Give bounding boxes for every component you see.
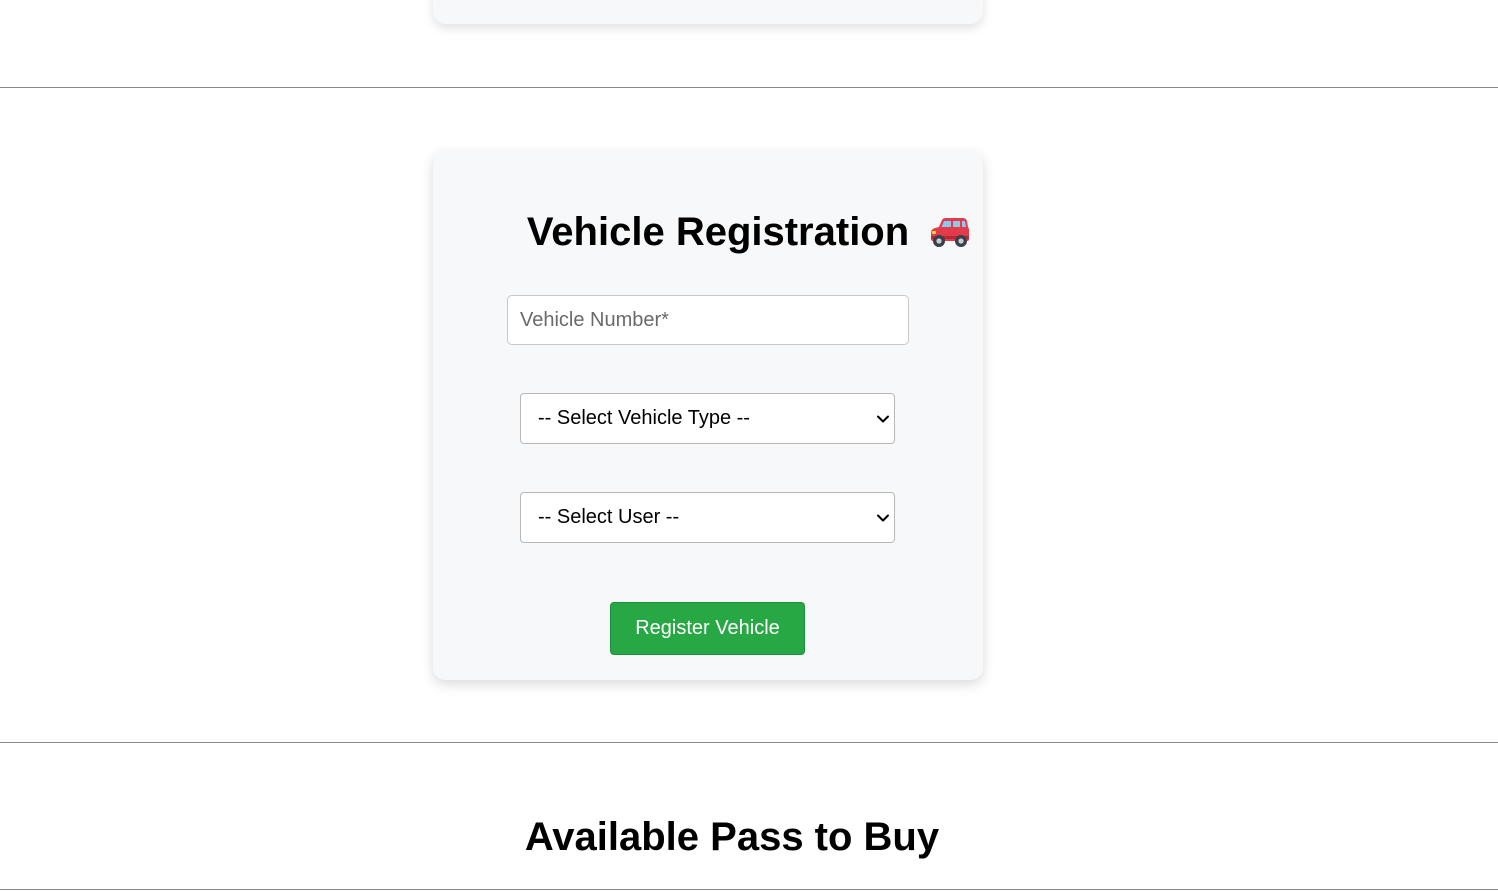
vehicle-registration-heading: Vehicle Registration bbox=[0, 207, 1498, 257]
vehicle-number-input[interactable] bbox=[507, 295, 909, 345]
chevron-down-icon bbox=[877, 514, 889, 521]
user-select-value: -- Select User -- bbox=[538, 506, 680, 528]
page: Vehicle Registration -- Select bbox=[0, 0, 1498, 891]
divider bbox=[0, 742, 1498, 743]
car-icon bbox=[931, 218, 970, 247]
register-vehicle-button-label: Register Vehicle bbox=[635, 617, 780, 639]
previous-card bbox=[433, 0, 983, 24]
divider bbox=[0, 87, 1498, 88]
user-select[interactable]: -- Select User -- bbox=[520, 492, 895, 543]
chevron-down-icon bbox=[877, 415, 889, 422]
available-pass-title: Available Pass to Buy bbox=[524, 815, 940, 859]
register-vehicle-button[interactable]: Register Vehicle bbox=[610, 602, 805, 655]
available-pass-heading: Available Pass to Buy bbox=[0, 812, 1464, 862]
vehicle-type-select-value: -- Select Vehicle Type -- bbox=[538, 407, 750, 429]
divider bbox=[0, 889, 1498, 890]
vehicle-type-select[interactable]: -- Select Vehicle Type -- bbox=[520, 393, 895, 444]
vehicle-registration-title: Vehicle Registration bbox=[526, 210, 910, 254]
